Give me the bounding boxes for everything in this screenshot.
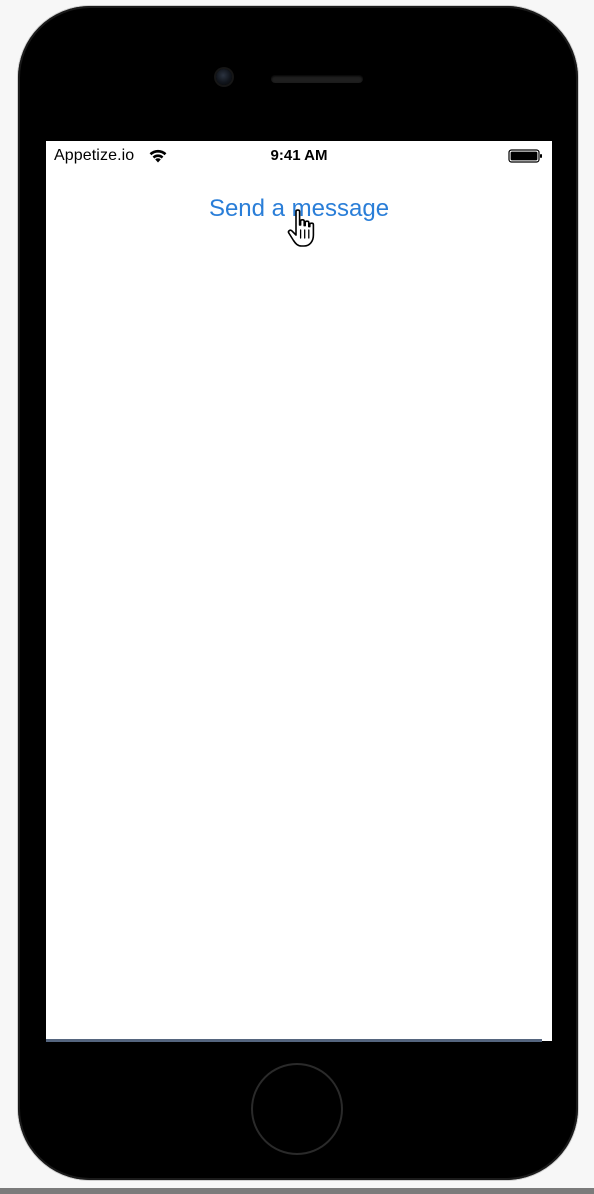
status-time: 9:41 AM [270,147,328,164]
device-screen: Appetize.io 9:41 AM Send a message [46,141,552,1041]
hand-pointer-icon [287,209,315,247]
status-bar: Appetize.io 9:41 AM [46,141,552,171]
front-camera [216,69,232,85]
page: Appetize.io 9:41 AM Send a message [0,0,594,1194]
earpiece-speaker [271,75,363,83]
window-bottom-edge [0,1188,594,1194]
home-button[interactable] [253,1065,341,1153]
battery-icon [508,149,542,163]
screen-bottom-divider [46,1039,542,1042]
